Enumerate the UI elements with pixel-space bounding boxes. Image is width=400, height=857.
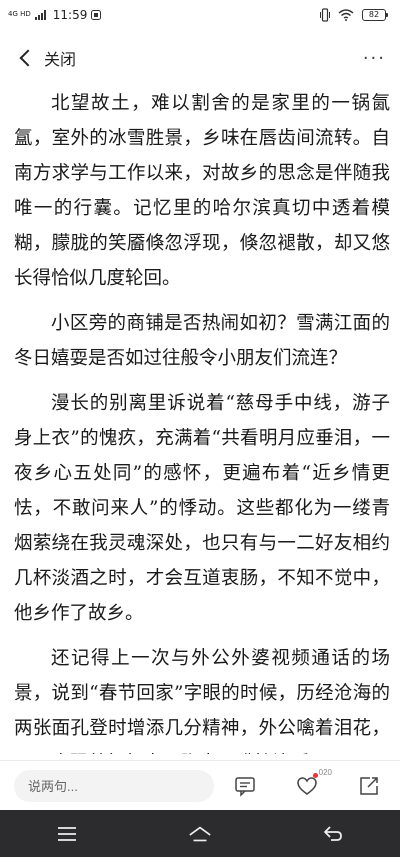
- like-button[interactable]: 020: [296, 768, 332, 797]
- menu-icon: [57, 826, 76, 841]
- back-chevron-icon: [19, 49, 37, 67]
- heart-icon: [297, 776, 317, 795]
- status-right: 82: [320, 8, 388, 22]
- status-bar: 4G HD 11:59 82: [0, 0, 400, 30]
- comment-icon: [235, 776, 255, 797]
- close-label: 关闭: [44, 50, 77, 69]
- comments-button[interactable]: [234, 775, 256, 797]
- home-icon: [189, 826, 211, 841]
- share-button[interactable]: [358, 775, 380, 797]
- nav-bar: 关闭 ···: [0, 36, 400, 80]
- article-paragraph: 还记得上一次与外公外婆视频通话的场景，说到“春节回家”字眼的时候，历经沧海的两张…: [14, 648, 390, 754]
- wifi-icon: [338, 9, 354, 21]
- back-arrow-icon: [324, 825, 343, 841]
- battery-indicator: 82: [362, 9, 388, 21]
- back-button[interactable]: [321, 822, 345, 846]
- signal-text: 4G HD: [8, 9, 31, 18]
- home-button[interactable]: [188, 822, 212, 846]
- status-time: 11:59: [52, 8, 88, 22]
- like-dot: [313, 772, 318, 778]
- share-icon: [360, 776, 378, 795]
- like-count: 020: [318, 767, 332, 777]
- signal-bars-icon: [34, 10, 46, 20]
- menu-button[interactable]: [55, 822, 79, 846]
- more-options-button[interactable]: ···: [363, 48, 386, 69]
- article-paragraph: 漫长的别离里诉说着“慈母手中线，游子身上衣”的愧疚，充满着“共看明月应垂泪，一夜…: [14, 393, 390, 624]
- comment-actions: 020: [234, 768, 386, 797]
- notification-icon: [91, 10, 102, 20]
- comment-bar: 说两句... 020: [0, 760, 400, 810]
- comment-input[interactable]: 说两句...: [14, 769, 214, 802]
- status-left: 4G HD 11:59: [8, 8, 102, 22]
- close-button[interactable]: 关闭: [14, 46, 76, 70]
- article-body: 北望故土，难以割舍的是家里的一锅氤氲，室外的冰雪胜景，乡味在唇齿间流转。自南方求…: [0, 86, 400, 754]
- vibrate-icon: [320, 8, 330, 22]
- article-paragraph: 北望故土，难以割舍的是家里的一锅氤氲，室外的冰雪胜景，乡味在唇齿间流转。自南方求…: [14, 93, 390, 289]
- article-paragraph: 小区旁的商铺是否热闹如初？雪满江面的冬日嬉耍是否如过往般令小朋友们流连？: [14, 313, 390, 369]
- system-nav-bar: [0, 810, 400, 857]
